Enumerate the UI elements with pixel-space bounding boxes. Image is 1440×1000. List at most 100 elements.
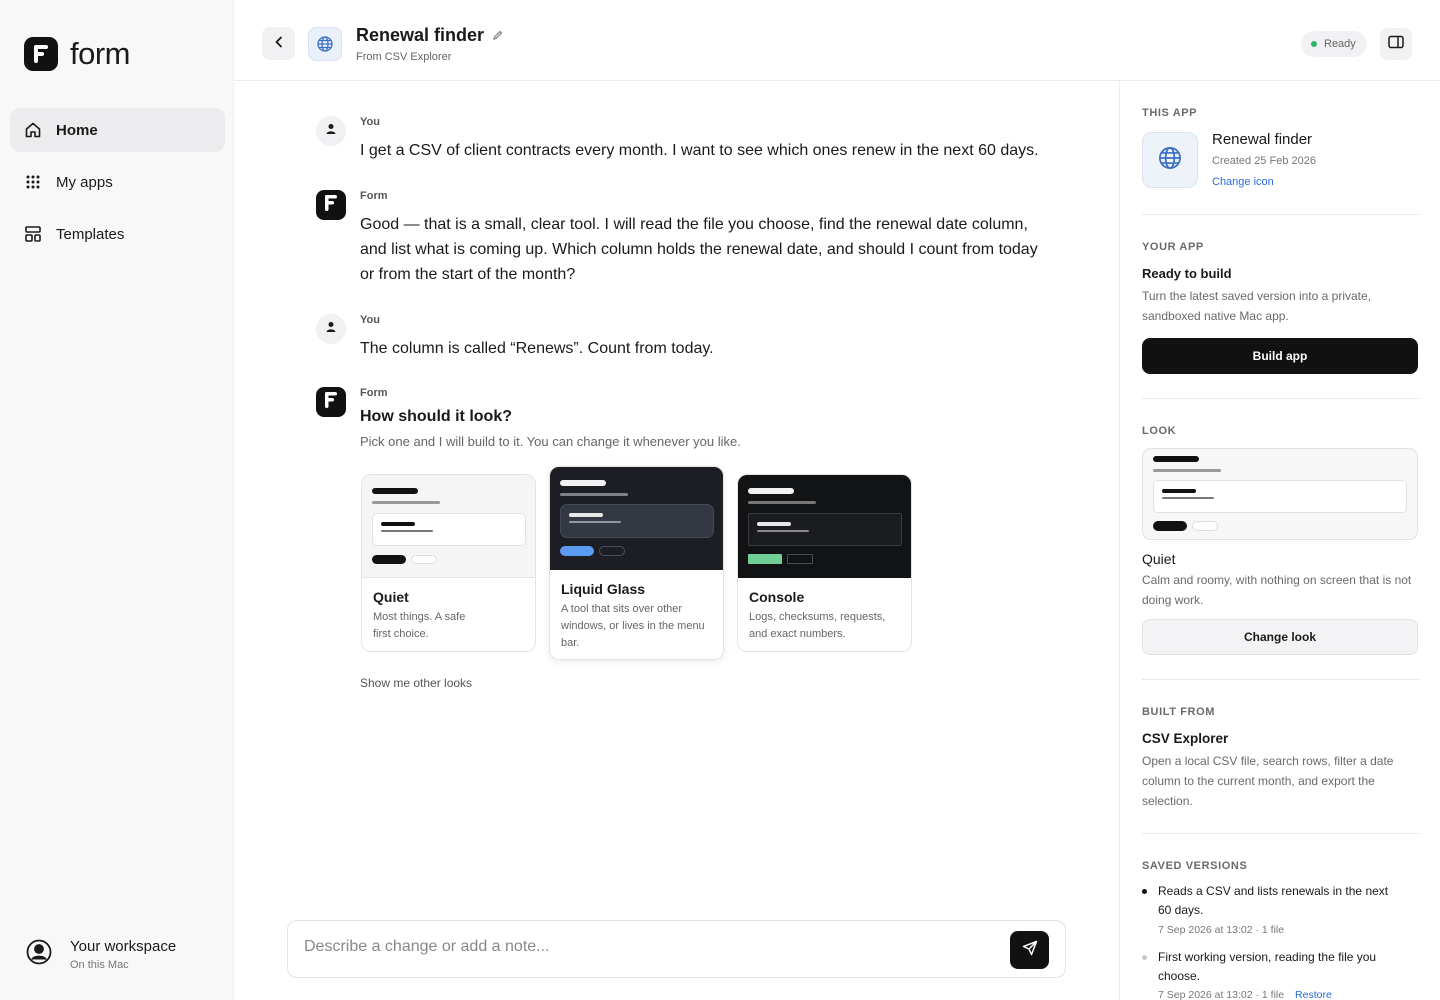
- workspace-title: Your workspace: [70, 938, 177, 955]
- current-look-description: Calm and roomy, with nothing on screen t…: [1142, 573, 1412, 607]
- status-dot-icon: [1311, 41, 1317, 47]
- sidebar-right-icon: [1388, 35, 1404, 54]
- look-card-quiet[interactable]: Quiet Most things. A safe first choice.: [361, 474, 536, 652]
- chat-message: You The column is called “Renews”. Count…: [316, 314, 1046, 364]
- user-avatar: [316, 116, 346, 146]
- version-bullet-icon: [1142, 889, 1147, 894]
- look-preview-quiet: [362, 475, 535, 578]
- form-logo-icon: [316, 188, 346, 223]
- look-question: How should it look?: [360, 408, 512, 425]
- chat-message: You I get a CSV of client contracts ever…: [316, 116, 1046, 166]
- message-author: Form: [360, 387, 388, 399]
- divider: [1142, 833, 1419, 834]
- look-preview-console: [738, 475, 911, 578]
- page-subtitle: From CSV Explorer: [356, 51, 452, 63]
- composer: [287, 920, 1066, 978]
- divider: [1142, 214, 1419, 215]
- version-item[interactable]: Reads a CSV and lists renewals in the ne…: [1142, 882, 1412, 942]
- app-icon-large[interactable]: [1142, 132, 1198, 188]
- sidebar-item-label: Templates: [56, 225, 125, 243]
- look-description: Most things. A safe first choice.: [373, 611, 466, 640]
- sidebar-nav: Home My apps Templates: [10, 108, 225, 264]
- form-logo-icon: [316, 385, 346, 420]
- show-other-looks-link[interactable]: Show me other looks: [360, 676, 472, 690]
- version-meta: 7 Sep 2026 at 13:02 · 1 file: [1158, 924, 1285, 936]
- template-name: CSV Explorer: [1142, 731, 1229, 746]
- build-app-button[interactable]: Build app: [1142, 338, 1418, 374]
- look-card-liquid-glass[interactable]: Liquid Glass A tool that sits over other…: [549, 466, 724, 660]
- toggle-panel-button[interactable]: [1380, 28, 1412, 60]
- version-item[interactable]: First working version, reading the file …: [1142, 948, 1412, 1000]
- template-description: Open a local CSV file, search rows, filt…: [1142, 754, 1394, 808]
- version-meta-row: 7 Sep 2026 at 13:02 · 1 file Restore: [1158, 989, 1332, 1000]
- created-date: Created 25 Feb 2026: [1212, 155, 1316, 167]
- home-icon: [24, 121, 42, 139]
- version-title: First working version, reading the file …: [1158, 950, 1377, 983]
- version-title: Reads a CSV and lists renewals in the ne…: [1158, 884, 1389, 917]
- sidebar-item-label: My apps: [56, 173, 113, 191]
- app-globe-icon: [308, 27, 342, 61]
- user-avatar-icon: [26, 939, 52, 970]
- send-icon: [1022, 940, 1038, 961]
- message-text: Good — that is a small, clear tool. I wi…: [360, 216, 1038, 283]
- message-author: You: [360, 116, 380, 128]
- app-title: Renewal finder: [356, 25, 485, 45]
- globe-icon: [1157, 145, 1183, 176]
- templates-icon: [24, 225, 42, 243]
- back-button[interactable]: [262, 27, 295, 60]
- current-look-name: Quiet: [1142, 551, 1176, 567]
- workspace-switcher[interactable]: Your workspace On this Mac: [26, 938, 176, 971]
- edit-pencil-icon[interactable]: [492, 25, 503, 46]
- change-look-button[interactable]: Change look: [1142, 619, 1418, 655]
- restore-link[interactable]: Restore: [1295, 989, 1332, 1000]
- sidebar: form Home My apps Templates Your workspa…: [0, 0, 234, 1000]
- message-author: Form: [360, 190, 388, 202]
- person-icon: [325, 122, 337, 140]
- divider: [1142, 679, 1419, 680]
- top-header: Renewal finder From CSV Explorer Ready: [234, 0, 1440, 81]
- sidebar-item-templates[interactable]: Templates: [10, 212, 225, 256]
- build-description: Turn the latest saved version into a pri…: [1142, 289, 1372, 323]
- current-look-preview: [1142, 448, 1418, 540]
- look-name: Console: [749, 589, 805, 605]
- form-logo-icon: [24, 37, 58, 71]
- look-instructions: Pick one and I will build to it. You can…: [360, 434, 741, 449]
- send-button[interactable]: [1010, 931, 1049, 969]
- look-preview-liquid-glass: [550, 467, 723, 570]
- sidebar-item-my-apps[interactable]: My apps: [10, 160, 225, 204]
- look-name: Quiet: [373, 589, 409, 605]
- sidebar-item-home[interactable]: Home: [10, 108, 225, 152]
- status-badge: Ready: [1301, 31, 1367, 57]
- look-description: Logs, checksums, requests, and exact num…: [749, 611, 886, 640]
- look-description: A tool that sits over other windows, or …: [561, 603, 705, 649]
- version-meta: 7 Sep 2026 at 13:02 · 1 file: [1158, 989, 1285, 1000]
- grid-icon: [24, 173, 42, 191]
- version-bullet-icon: [1142, 955, 1147, 960]
- look-name: Liquid Glass: [561, 581, 646, 597]
- message-input[interactable]: [304, 938, 1004, 956]
- status-text: Ready: [1324, 38, 1356, 50]
- form-avatar: [316, 387, 346, 417]
- chevron-left-icon: [274, 35, 284, 53]
- message-text: I get a CSV of client contracts every mo…: [360, 142, 1039, 159]
- form-avatar: [316, 190, 346, 220]
- sidebar-item-label: Home: [56, 121, 98, 139]
- divider: [1142, 398, 1419, 399]
- app-details-panel: THIS APP Renewal finder Created 25 Feb 2…: [1119, 81, 1440, 1000]
- user-avatar: [316, 314, 346, 344]
- message-author: You: [360, 314, 380, 326]
- change-icon-link[interactable]: Change icon: [1212, 176, 1274, 188]
- person-icon: [325, 320, 337, 338]
- message-text: The column is called “Renews”. Count fro…: [360, 340, 714, 357]
- look-card-console[interactable]: Console Logs, checksums, requests, and e…: [737, 474, 912, 652]
- section-label: THIS APP: [1142, 107, 1198, 119]
- section-label: LOOK: [1142, 425, 1177, 437]
- app-name: form: [70, 36, 131, 71]
- build-status-title: Ready to build: [1142, 266, 1232, 281]
- section-label: SAVED VERSIONS: [1142, 860, 1248, 872]
- page-title: Renewal finder: [356, 25, 503, 46]
- section-label: BUILT FROM: [1142, 706, 1216, 718]
- app-logo[interactable]: form: [24, 36, 131, 72]
- panel-app-name: Renewal finder: [1212, 131, 1313, 148]
- chat-message: Form Good — that is a small, clear tool.…: [316, 190, 1046, 290]
